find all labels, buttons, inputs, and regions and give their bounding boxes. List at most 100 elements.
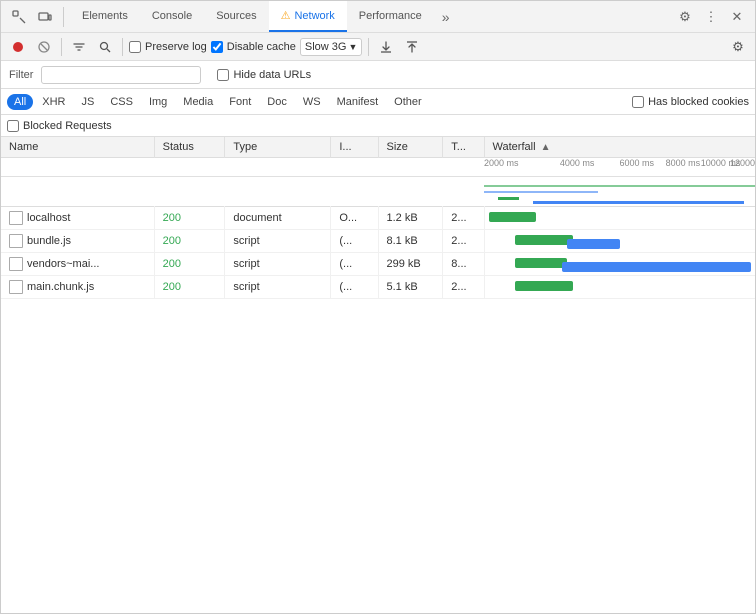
disable-cache-checkbox[interactable] xyxy=(211,41,223,53)
col-header-initiator[interactable]: I... xyxy=(331,137,378,158)
type-btn-other[interactable]: Other xyxy=(387,94,429,110)
hide-data-urls-label[interactable]: Hide data URLs xyxy=(217,69,311,81)
preserve-log-checkbox[interactable] xyxy=(129,41,141,53)
close-devtools-icon[interactable]: ✕ xyxy=(725,5,749,29)
ruler-tick-6000: 6000 ms xyxy=(620,158,655,168)
col-header-waterfall[interactable]: Waterfall ▲ xyxy=(484,137,755,158)
stop-button[interactable] xyxy=(33,36,55,58)
settings-gear-icon[interactable]: ⚙ xyxy=(673,5,697,29)
blocked-requests-row: Blocked Requests xyxy=(1,115,755,137)
timeline-visual-row xyxy=(1,177,755,207)
cell-initiator: O... xyxy=(331,207,378,230)
waterfall-green-bar xyxy=(489,212,536,222)
network-table-body: localhost200documentO...1.2 kB2...bundle… xyxy=(1,207,755,299)
cell-status: 200 xyxy=(154,207,225,230)
cell-status: 200 xyxy=(154,253,225,276)
blocked-requests-label: Blocked Requests xyxy=(23,120,112,132)
waterfall-green-bar xyxy=(515,235,573,245)
table-header-row: Name Status Type I... Size T... Waterfal… xyxy=(1,137,755,158)
tabs-overflow-button[interactable]: » xyxy=(434,1,458,32)
cell-waterfall xyxy=(484,207,755,230)
cell-status: 200 xyxy=(154,276,225,299)
type-btn-doc[interactable]: Doc xyxy=(260,94,294,110)
filter-input[interactable] xyxy=(48,69,168,81)
cell-time: 2... xyxy=(443,230,484,253)
table-row[interactable]: vendors~mai...200script(...299 kB8... xyxy=(1,253,755,276)
cell-size: 1.2 kB xyxy=(378,207,443,230)
col-header-type[interactable]: Type xyxy=(225,137,331,158)
device-toolbar-icon[interactable] xyxy=(33,5,57,29)
has-blocked-cookies-checkbox[interactable] xyxy=(632,96,644,108)
cell-name: vendors~mai... xyxy=(1,253,154,276)
type-btn-img[interactable]: Img xyxy=(142,94,174,110)
col-header-time[interactable]: T... xyxy=(443,137,484,158)
has-blocked-cookies-label[interactable]: Has blocked cookies xyxy=(632,96,749,108)
import-har-icon[interactable] xyxy=(375,36,397,58)
file-icon xyxy=(9,257,23,271)
cell-size: 5.1 kB xyxy=(378,276,443,299)
table-row[interactable]: bundle.js200script(...8.1 kB2... xyxy=(1,230,755,253)
ruler-tick-2000: 2000 ms xyxy=(484,158,519,168)
type-btn-media[interactable]: Media xyxy=(176,94,220,110)
file-icon xyxy=(9,280,23,294)
type-filter-bar: All XHR JS CSS Img Media Font Doc WS Man… xyxy=(1,89,755,115)
blocked-requests-checkbox[interactable] xyxy=(7,120,19,132)
cell-name: main.chunk.js xyxy=(1,276,154,299)
table-row[interactable]: localhost200documentO...1.2 kB2... xyxy=(1,207,755,230)
network-settings-icon[interactable]: ⚙ xyxy=(727,36,749,58)
throttle-arrow-icon: ▼ xyxy=(348,42,357,52)
filter-button[interactable] xyxy=(68,36,90,58)
ruler-tick-4000: 4000 ms xyxy=(560,158,595,168)
type-btn-js[interactable]: JS xyxy=(74,94,101,110)
network-table: Name Status Type I... Size T... Waterfal… xyxy=(1,137,755,299)
waterfall-blue-bar xyxy=(567,239,619,249)
inspect-element-icon[interactable] xyxy=(7,5,31,29)
export-har-icon[interactable] xyxy=(401,36,423,58)
cell-time: 2... xyxy=(443,276,484,299)
type-btn-all[interactable]: All xyxy=(7,94,33,110)
record-button[interactable] xyxy=(7,36,29,58)
preserve-log-label[interactable]: Preserve log xyxy=(129,41,207,53)
tab-console[interactable]: Console xyxy=(140,1,204,32)
cell-status: 200 xyxy=(154,230,225,253)
filter-bar: Filter Hide data URLs xyxy=(1,61,755,89)
col-header-status[interactable]: Status xyxy=(154,137,225,158)
hide-data-urls-checkbox[interactable] xyxy=(217,69,229,81)
table-row[interactable]: main.chunk.js200script(...5.1 kB2... xyxy=(1,276,755,299)
cell-type: script xyxy=(225,276,331,299)
type-btn-ws[interactable]: WS xyxy=(296,94,328,110)
timeline-blue-bar-2 xyxy=(533,201,744,204)
cell-waterfall xyxy=(484,276,755,299)
cell-name: localhost xyxy=(1,207,154,230)
cell-size: 299 kB xyxy=(378,253,443,276)
cell-initiator: (... xyxy=(331,276,378,299)
network-toolbar: Preserve log Disable cache Slow 3G ▼ ⚙ xyxy=(1,33,755,61)
type-btn-xhr[interactable]: XHR xyxy=(35,94,72,110)
col-header-size[interactable]: Size xyxy=(378,137,443,158)
network-warning-icon: ⚠ xyxy=(281,9,291,22)
cell-waterfall xyxy=(484,253,755,276)
cell-size: 8.1 kB xyxy=(378,230,443,253)
throttle-select[interactable]: Slow 3G ▼ xyxy=(300,38,363,56)
network-content: Name Status Type I... Size T... Waterfal… xyxy=(1,137,755,613)
type-btn-font[interactable]: Font xyxy=(222,94,258,110)
type-btn-manifest[interactable]: Manifest xyxy=(330,94,386,110)
col-header-name[interactable]: Name xyxy=(1,137,154,158)
tab-sources[interactable]: Sources xyxy=(204,1,268,32)
file-icon xyxy=(9,211,23,225)
cell-type: script xyxy=(225,253,331,276)
type-btn-css[interactable]: CSS xyxy=(103,94,140,110)
network-table-wrap[interactable]: Name Status Type I... Size T... Waterfal… xyxy=(1,137,755,613)
tab-performance[interactable]: Performance xyxy=(347,1,434,32)
more-options-icon[interactable]: ⋮ xyxy=(699,5,723,29)
cell-waterfall xyxy=(484,230,755,253)
disable-cache-label[interactable]: Disable cache xyxy=(211,41,296,53)
ruler-tick-8000: 8000 ms xyxy=(666,158,701,168)
file-icon xyxy=(9,234,23,248)
filter-input-wrap xyxy=(41,66,201,84)
tab-elements[interactable]: Elements xyxy=(70,1,140,32)
tab-network[interactable]: ⚠ Network xyxy=(269,1,347,32)
timeline-blue-bar-1 xyxy=(484,191,598,193)
cell-initiator: (... xyxy=(331,230,378,253)
search-button[interactable] xyxy=(94,36,116,58)
